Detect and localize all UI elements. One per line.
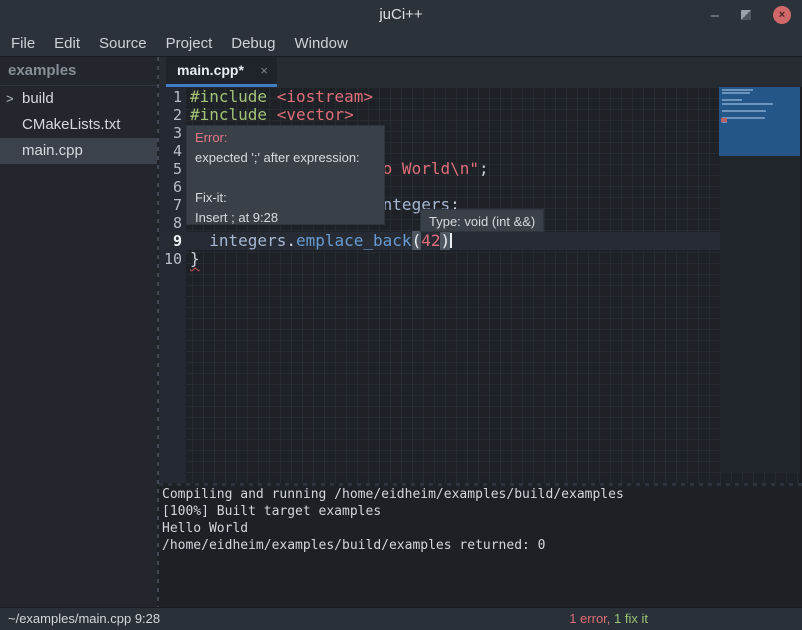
type-tooltip: Type: void (int &&): [420, 209, 544, 232]
line-number: 8: [159, 214, 182, 232]
code-token: [190, 231, 209, 250]
juci-window: juCi++ – × File Edit Source Project Debug Win…: [0, 0, 802, 630]
line-number: 9: [159, 232, 182, 250]
minimap-error-mark: [721, 118, 727, 122]
tabbar: main.cpp* ×: [159, 57, 802, 87]
minimap-line: [722, 117, 765, 119]
line-number: 2: [159, 106, 182, 124]
menu-file[interactable]: File: [11, 35, 35, 52]
error-count: 1 error: [569, 611, 607, 626]
sidebar-item-main-cpp[interactable]: main.cpp: [0, 138, 157, 164]
error-tooltip-line: [195, 168, 376, 188]
fixit-count: 1 fix it: [614, 611, 648, 626]
sidebar-item-label: CMakeLists.txt: [22, 116, 120, 133]
diagnostics-summary: 1 error, 1 fix it: [569, 608, 648, 630]
code-token: emplace_back: [296, 231, 412, 250]
project-root-label: examples: [0, 57, 157, 86]
code-token: <iostream>: [277, 87, 373, 106]
code-token: ;: [479, 159, 489, 178]
sidebar-item-label: main.cpp: [22, 142, 83, 159]
minimap-line: [722, 99, 742, 101]
terminal-line: Compiling and running /home/eidheim/exam…: [162, 486, 802, 503]
code-token: #include: [190, 87, 277, 106]
close-button[interactable]: ×: [773, 6, 791, 24]
menu-window[interactable]: Window: [294, 35, 347, 52]
text-cursor: [450, 233, 452, 248]
menu-debug[interactable]: Debug: [231, 35, 275, 52]
file-location: ~/examples/main.cpp 9:28: [8, 608, 160, 630]
menu-source[interactable]: Source: [99, 35, 147, 52]
code-token: ): [440, 231, 450, 250]
line-number: 3: [159, 124, 182, 142]
sidebar-item-label: build: [22, 90, 54, 107]
code-line[interactable]: 1 #include <iostream>: [159, 88, 720, 106]
line-number: 7: [159, 196, 182, 214]
minimize-button[interactable]: –: [711, 8, 719, 23]
code-line[interactable]: 2 #include <vector>: [159, 106, 720, 124]
error-tooltip-line: Fix-it:: [195, 188, 376, 208]
code-text: #include <vector>: [190, 105, 354, 124]
code-line[interactable]: 9 integers.emplace_back(42): [159, 232, 720, 250]
code-token: (: [412, 231, 422, 250]
line-number: 1: [159, 88, 182, 106]
code-token: integers: [209, 231, 286, 250]
line-number: 6: [159, 178, 182, 196]
terminal-output[interactable]: Compiling and running /home/eidheim/exam…: [159, 486, 802, 607]
titlebar: juCi++ – ×: [0, 0, 802, 30]
close-icon: ×: [779, 10, 785, 21]
code-token: }: [190, 249, 200, 268]
minimap-line: [722, 110, 766, 112]
line-number: 4: [159, 142, 182, 160]
code-text: #include <iostream>: [190, 87, 373, 106]
code-token: #include: [190, 105, 277, 124]
minimap-line: [722, 103, 773, 105]
chevron-right-icon[interactable]: >: [6, 86, 14, 112]
menu-edit[interactable]: Edit: [54, 35, 80, 52]
error-tooltip-line: Insert ; at 9:28: [195, 208, 376, 228]
line-number: 5: [159, 160, 182, 178]
statusbar: ~/examples/main.cpp 9:28 1 error, 1 fix …: [0, 607, 802, 630]
restore-button[interactable]: [741, 10, 751, 20]
minimap-line: [722, 92, 750, 94]
sidebar-item-build[interactable]: > build: [0, 86, 157, 112]
tab-main-cpp[interactable]: main.cpp* ×: [166, 57, 277, 87]
menu-project[interactable]: Project: [166, 35, 213, 52]
menubar: File Edit Source Project Debug Window: [0, 30, 802, 57]
code-text: }: [190, 249, 200, 268]
error-tooltip: Error: expected ';' after expression: Fi…: [186, 125, 385, 225]
tab-close-icon[interactable]: ×: [260, 57, 268, 84]
code-editor[interactable]: 1#include <iostream>2#include <vector>34…: [159, 87, 802, 483]
project-sidebar: examples > build CMakeLists.txt main.cpp: [0, 57, 157, 607]
minimap[interactable]: [719, 87, 800, 156]
sidebar-item-cmakelists-txt[interactable]: CMakeLists.txt: [0, 112, 157, 138]
tab-label: main.cpp*: [177, 57, 244, 84]
code-line[interactable]: 10}: [159, 250, 720, 268]
code-token: .: [286, 231, 296, 250]
code-token: <vector>: [277, 105, 354, 124]
window-controls: – ×: [711, 0, 791, 30]
error-tooltip-title: Error:: [195, 128, 376, 148]
minimap-line: [722, 89, 753, 91]
error-tooltip-line: expected ';' after expression:: [195, 148, 376, 168]
terminal-line: Hello World: [162, 520, 802, 537]
window-title: juCi++: [0, 0, 802, 30]
file-tree: > build CMakeLists.txt main.cpp: [0, 86, 157, 164]
diagnostics-separator: ,: [607, 611, 614, 626]
line-number: 10: [159, 250, 182, 268]
terminal-line: [100%] Built target examples: [162, 503, 802, 520]
code-token: 42: [421, 231, 440, 250]
code-text: integers.emplace_back(42): [190, 231, 452, 250]
terminal-line: /home/eidheim/examples/build/examples re…: [162, 537, 802, 554]
